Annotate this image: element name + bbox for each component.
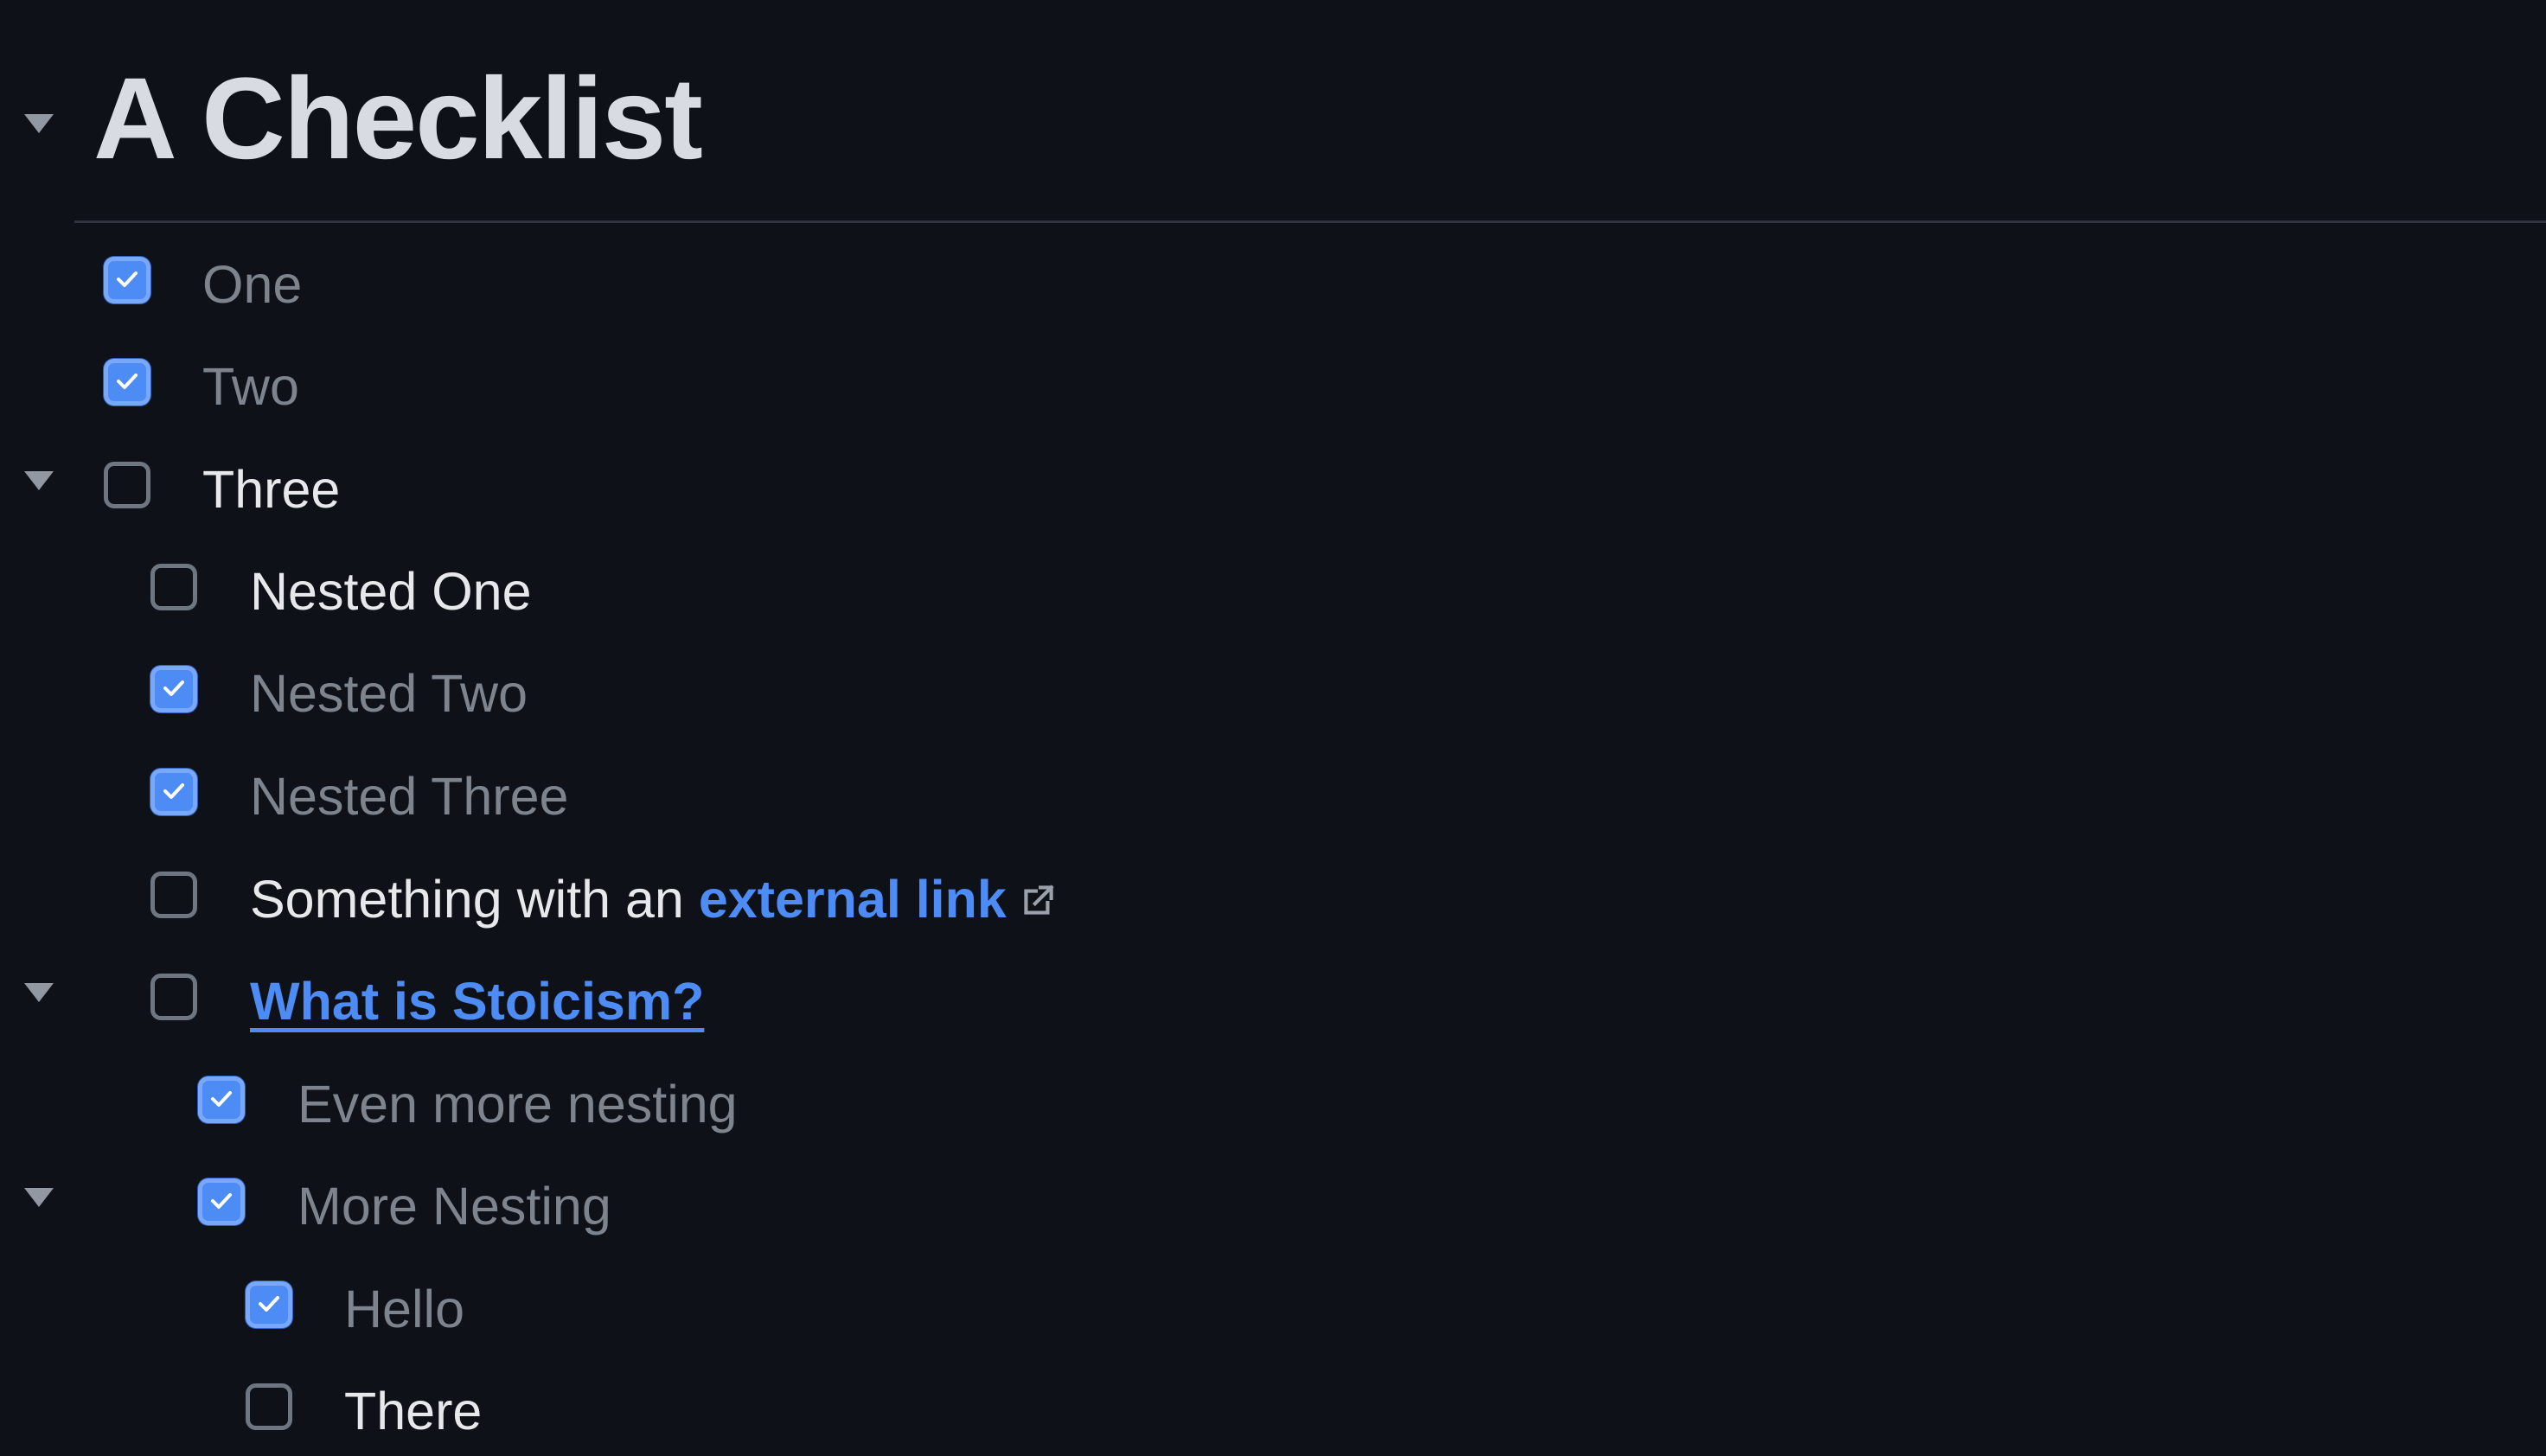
check-icon	[211, 1091, 232, 1107]
collapse-toggle-icon[interactable]	[24, 1188, 54, 1207]
collapse-toggle-icon[interactable]	[24, 114, 54, 133]
checklist-item: Nested One	[0, 540, 2546, 642]
item-label: There	[344, 1382, 483, 1440]
checklist-item: Hello	[0, 1258, 2546, 1360]
checkbox-unchecked[interactable]	[150, 564, 197, 610]
checkbox-unchecked[interactable]	[104, 462, 150, 508]
item-label: Nested Three	[250, 767, 569, 826]
item-label: One	[202, 255, 303, 314]
check-icon	[163, 783, 184, 799]
external-link[interactable]: external link	[699, 870, 1007, 929]
item-label: Two	[202, 357, 299, 416]
checkbox-unchecked[interactable]	[150, 872, 197, 918]
heading-row: A Checklist	[0, 35, 2546, 190]
checklist-item: What is Stoicism?	[0, 950, 2546, 1052]
item-label: Even more nesting	[297, 1075, 738, 1134]
checklist-item: Even more nesting	[0, 1053, 2546, 1155]
checkbox-checked[interactable]	[198, 1178, 245, 1225]
divider	[74, 220, 2546, 223]
item-label: What is Stoicism?	[250, 950, 704, 1052]
checkbox-checked[interactable]	[150, 769, 197, 815]
checkbox-checked[interactable]	[198, 1076, 245, 1123]
item-label: Nested One	[250, 562, 532, 621]
item-label: More Nesting	[297, 1177, 611, 1236]
checklist-item: Three	[0, 438, 2546, 540]
checkbox-unchecked[interactable]	[150, 974, 197, 1020]
item-label: Three	[202, 460, 341, 519]
checkbox-checked[interactable]	[104, 257, 150, 303]
check-icon	[117, 271, 138, 287]
check-icon	[117, 374, 138, 389]
item-label-text: Something with an	[250, 870, 699, 929]
checklist-item: There	[0, 1360, 2546, 1456]
checkbox-checked[interactable]	[246, 1281, 292, 1328]
item-label: Nested Two	[250, 664, 528, 723]
check-icon	[211, 1193, 232, 1209]
checklist-item: More Nesting	[0, 1155, 2546, 1257]
check-icon	[163, 680, 184, 696]
checkbox-checked[interactable]	[104, 359, 150, 406]
page-title: A Checklist	[93, 54, 703, 183]
checklist-page: A Checklist One Two Three Nested One Nes…	[0, 0, 2546, 1456]
checklist-item: One	[0, 233, 2546, 335]
item-label: Something with an external link	[250, 848, 1060, 950]
collapse-toggle-icon[interactable]	[24, 983, 54, 1002]
checklist-item: Two	[0, 335, 2546, 437]
item-label: Hello	[344, 1280, 465, 1338]
checklist-item: Something with an external link	[0, 848, 2546, 950]
checkbox-checked[interactable]	[150, 666, 197, 712]
checklist-item: Nested Three	[0, 745, 2546, 847]
checkbox-unchecked[interactable]	[246, 1383, 292, 1430]
external-link-icon[interactable]	[1017, 878, 1060, 922]
page-link[interactable]: What is Stoicism?	[250, 972, 704, 1031]
checklist-item: Nested Two	[0, 642, 2546, 744]
check-icon	[259, 1296, 279, 1312]
collapse-toggle-icon[interactable]	[24, 471, 54, 490]
